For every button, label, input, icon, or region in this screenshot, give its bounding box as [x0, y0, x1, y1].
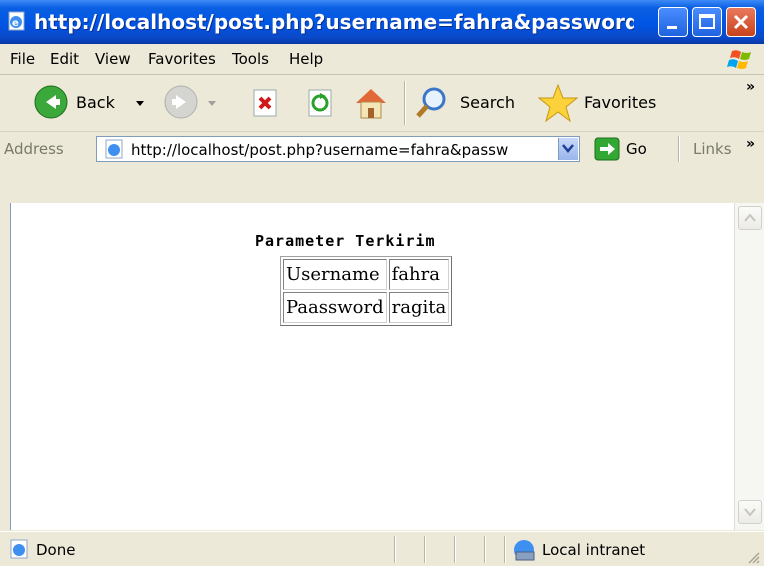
address-separator [678, 136, 680, 162]
window-title: http://localhost/post.php?username=fahra… [34, 10, 634, 34]
chevron-up-icon [744, 213, 756, 222]
minimize-icon [667, 26, 677, 29]
status-bar: Done Local intranet [0, 531, 764, 566]
favorites-star-icon [538, 83, 578, 123]
vertical-scrollbar[interactable] [734, 203, 764, 530]
security-zone-label: Local intranet [542, 541, 646, 559]
favorites-label: Favorites [584, 93, 657, 112]
search-icon [416, 87, 446, 118]
status-panel-separator [504, 536, 506, 563]
maximize-icon [699, 14, 715, 29]
resize-grip-icon[interactable] [746, 550, 760, 564]
address-bar: Address http://localhost/post.php?userna… [0, 132, 764, 167]
menu-edit[interactable]: Edit [50, 50, 79, 68]
back-label: Back [76, 93, 115, 112]
standard-buttons-row: Back Search Favorites » [0, 75, 764, 132]
forward-arrow-icon [164, 85, 198, 119]
page-content [10, 203, 734, 530]
browser-window: e http://localhost/post.php?username=fah… [0, 0, 764, 566]
refresh-icon[interactable] [305, 88, 335, 118]
ie-page-icon: e [8, 11, 25, 31]
ie-page-icon [105, 139, 123, 159]
ie-page-icon [10, 539, 28, 559]
status-panel-separator [484, 536, 486, 563]
svg-text:e: e [12, 18, 19, 29]
scroll-down-button[interactable] [738, 500, 762, 524]
table-cell-value: ragita [388, 292, 450, 323]
menu-bar: File Edit View Favorites Tools Help [0, 44, 764, 75]
intranet-zone-icon [514, 540, 535, 561]
links-overflow-chevron[interactable]: » [746, 136, 755, 152]
status-panel-separator [394, 536, 396, 563]
toolbar-separator [404, 81, 406, 125]
windows-logo-icon [718, 46, 758, 72]
address-dropdown-button[interactable] [558, 138, 578, 160]
close-button[interactable] [726, 7, 756, 37]
menu-file[interactable]: File [10, 50, 35, 68]
table-row: Paassword ragita [283, 292, 450, 323]
page-heading: Parameter Terkirim [255, 232, 436, 250]
go-arrow-icon[interactable] [594, 137, 620, 161]
menu-view[interactable]: View [95, 50, 131, 68]
go-button[interactable]: Go [626, 140, 647, 158]
address-label: Address [4, 140, 64, 158]
address-url[interactable]: http://localhost/post.php?username=fahra… [131, 141, 535, 159]
back-button[interactable]: Back [34, 85, 158, 121]
table-cell-field: Paassword [283, 292, 387, 323]
menu-favorites[interactable]: Favorites [148, 50, 216, 68]
table-cell-field: Username [283, 259, 387, 290]
status-panel-separator [424, 536, 426, 563]
maximize-button[interactable] [692, 7, 722, 37]
address-field[interactable]: http://localhost/post.php?username=fahra… [96, 136, 580, 162]
menu-tools[interactable]: Tools [232, 50, 269, 68]
scroll-up-button[interactable] [738, 206, 762, 230]
favorites-button[interactable]: Favorites [538, 83, 674, 123]
search-label: Search [460, 93, 515, 112]
links-button[interactable]: Links [693, 140, 732, 158]
search-button[interactable]: Search [414, 85, 526, 121]
menu-help[interactable]: Help [289, 50, 323, 68]
chevron-down-icon [562, 144, 574, 153]
title-bar[interactable]: e http://localhost/post.php?username=fah… [0, 0, 764, 44]
home-icon[interactable] [352, 85, 390, 121]
back-dropdown-icon[interactable] [134, 97, 146, 109]
back-arrow-icon [34, 85, 68, 119]
close-icon [733, 14, 749, 30]
table-row: Username fahra [283, 259, 450, 290]
parameter-table: Username fahra Paassword ragita [280, 256, 453, 326]
toolbar: Back Search Favorites » Address http://l… [0, 75, 764, 167]
minimize-button[interactable] [658, 7, 688, 37]
toolbar-overflow-chevron[interactable]: » [746, 79, 755, 95]
table-cell-value: fahra [388, 259, 450, 290]
status-panel-separator [454, 536, 456, 563]
stop-icon[interactable] [250, 88, 280, 118]
forward-button[interactable] [164, 85, 224, 121]
status-text: Done [36, 541, 76, 559]
chevron-down-icon [744, 508, 756, 517]
forward-dropdown-icon[interactable] [206, 97, 218, 109]
